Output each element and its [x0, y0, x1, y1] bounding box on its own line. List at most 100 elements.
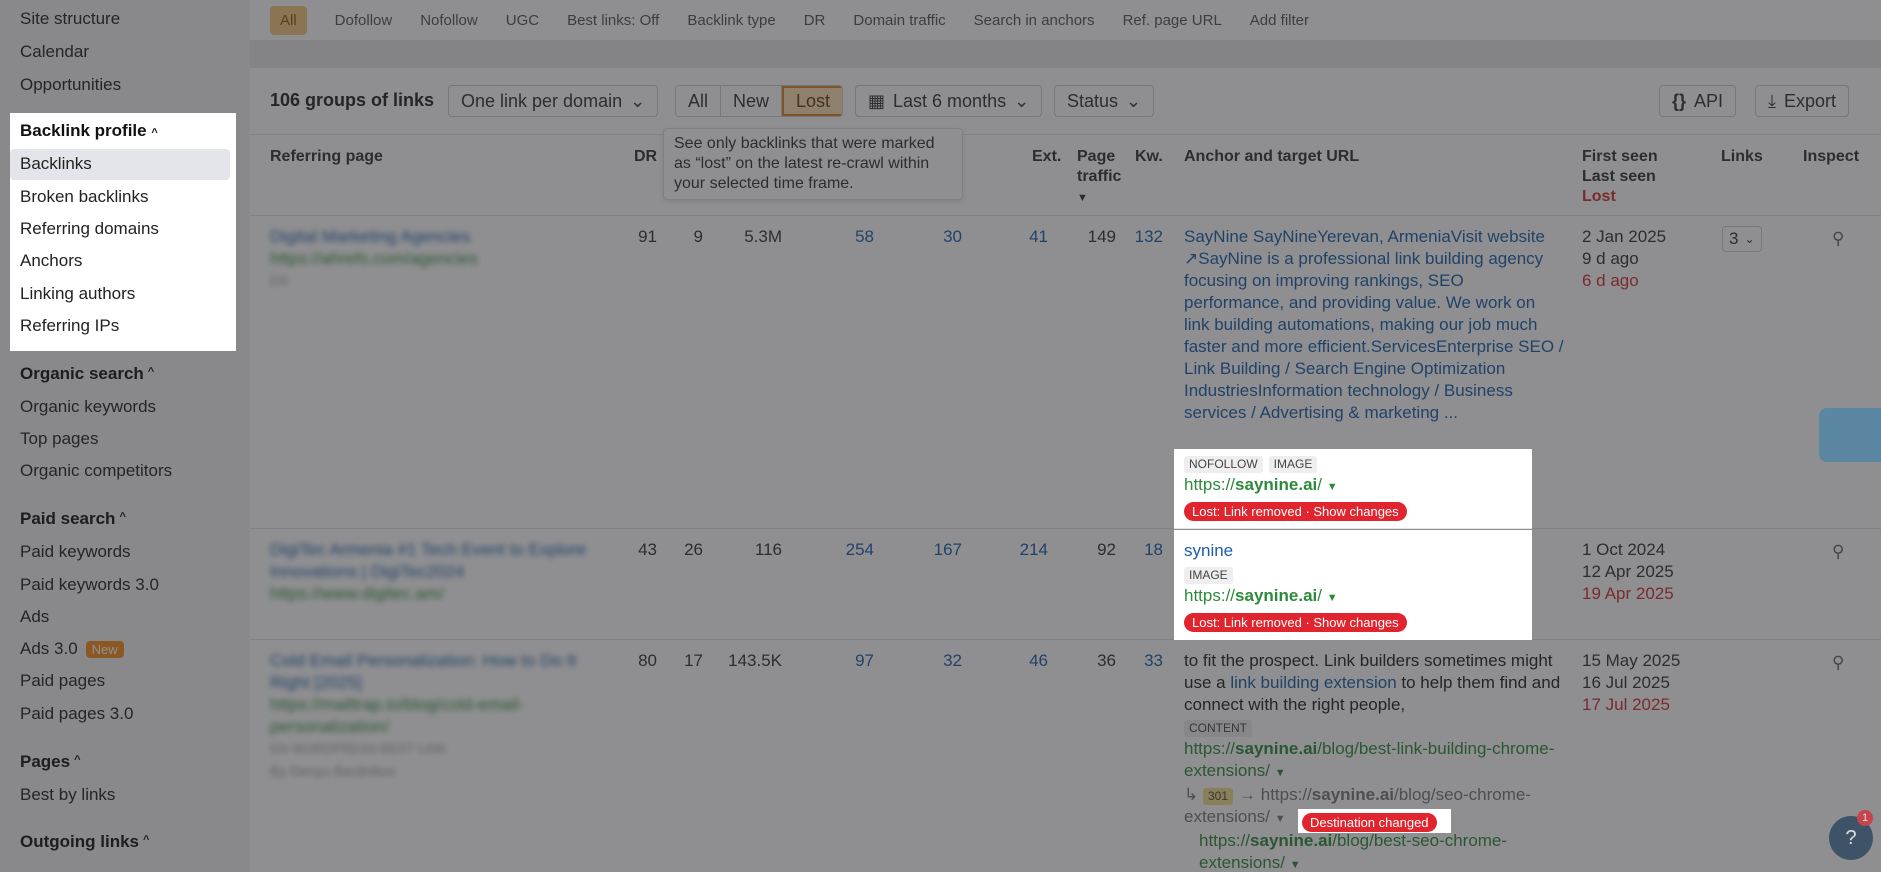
toggle-lost[interactable]: Lost [782, 86, 843, 116]
col4-value[interactable]: 58 [814, 226, 874, 248]
spot-linking-authors[interactable]: Linking authors [20, 284, 135, 304]
anchor-link[interactable]: link building extension [1230, 673, 1396, 692]
sidebar-item-calendar[interactable]: Calendar [20, 42, 89, 62]
filter-ugc[interactable]: UGC [506, 12, 539, 29]
col-anchor[interactable]: Anchor and target URL [1184, 147, 1359, 167]
col4-value[interactable]: 97 [814, 650, 874, 672]
sidebar-item-ads-3[interactable]: Ads 3.0 New [20, 639, 124, 659]
add-filter-button[interactable]: Add filter [1250, 12, 1309, 29]
ext-value[interactable]: 46 [988, 650, 1048, 672]
search-icon[interactable]: ⚲ [1832, 541, 1844, 563]
caret-down-icon: ▼ [1274, 767, 1286, 779]
sidebar-group-outgoing-links[interactable]: Outgoing links ^ [20, 832, 149, 852]
sidebar-item-top-pages[interactable]: Top pages [20, 429, 98, 449]
kw-value[interactable]: 132 [1103, 226, 1163, 248]
final-url[interactable]: https://saynine.ai/blog/best-seo-chrome-… [1184, 830, 1569, 872]
filter-all[interactable]: All [270, 5, 307, 35]
filter-nofollow[interactable]: Nofollow [420, 12, 478, 29]
col-dr[interactable]: DR [634, 147, 657, 167]
sidebar-item-opportunities[interactable]: Opportunities [20, 75, 121, 95]
redirect-arrow-icon: ↳ [1184, 785, 1199, 804]
sidebar-group-pages[interactable]: Pages ^ [20, 752, 81, 772]
links-dropdown[interactable]: 3 ⌄ [1722, 226, 1762, 252]
sidebar-item-paid-keywords[interactable]: Paid keywords [20, 542, 131, 562]
referring-page-url[interactable]: https://mailtrap.io/blog/cold-email-pers… [270, 694, 620, 738]
status-dropdown[interactable]: Status ⌄ [1054, 85, 1155, 117]
toggle-new[interactable]: New [721, 86, 783, 116]
target-url[interactable]: https://saynine.ai/ ▼ [1184, 475, 1338, 495]
help-button[interactable]: ? 1 [1829, 810, 1873, 860]
col4-value[interactable]: 254 [814, 539, 874, 561]
spot-anchors[interactable]: Anchors [20, 251, 82, 271]
sidebar-group-organic-search[interactable]: Organic search ^ [20, 364, 154, 384]
col5-value[interactable]: 30 [902, 226, 962, 248]
col-links[interactable]: Links [1721, 147, 1763, 167]
sidebar-item-paid-keywords-3[interactable]: Paid keywords 3.0 [20, 575, 159, 595]
referring-page-url[interactable]: https://ahrefs.com/agencies [270, 248, 620, 270]
col-page-traffic[interactable]: Page traffic ▼ [1077, 147, 1127, 208]
sidebar-group-paid-search[interactable]: Paid search ^ [20, 509, 126, 529]
toggle-all[interactable]: All [676, 86, 722, 116]
spot-group-title[interactable]: Backlink profile ^ [20, 121, 158, 141]
spot-referring-ips[interactable]: Referring IPs [20, 316, 119, 336]
referring-page-url[interactable]: https://www.digitec.am/ [270, 583, 620, 605]
referring-page-title[interactable]: Cold Email Personalization: How to Do It… [270, 650, 620, 694]
col-first-last-seen[interactable]: First seen Last seen Lost [1582, 147, 1658, 207]
table-row: DigiTec Armenia #1 Tech Event to Explore… [250, 529, 1881, 640]
redirect-code: 301 [1202, 788, 1234, 805]
sidebar-item-organic-keywords[interactable]: Organic keywords [20, 397, 156, 417]
sidebar-item-organic-competitors[interactable]: Organic competitors [20, 461, 172, 481]
lost-status-pill[interactable]: Lost: Link removed · Show changes [1184, 501, 1407, 521]
sidebar-item-paid-pages[interactable]: Paid pages [20, 671, 105, 691]
sidebar-item-site-structure[interactable]: Site structure [20, 9, 120, 29]
new-badge: New [85, 640, 124, 658]
filter-dofollow[interactable]: Dofollow [335, 12, 393, 29]
chat-tab-button[interactable] [1819, 408, 1881, 462]
spot-backlinks[interactable]: Backlinks [20, 154, 92, 174]
link-tags: IMAGE [1184, 564, 1239, 584]
filter-best-links[interactable]: Best links: Off [567, 12, 659, 29]
referring-page-title[interactable]: Digital Marketing Agencies [270, 226, 620, 248]
referring-page-title[interactable]: DigiTec Armenia #1 Tech Event to Explore… [270, 539, 620, 583]
calendar-icon: ▦ [868, 90, 886, 111]
col-referring-page[interactable]: Referring page [270, 147, 383, 167]
sidebar-item-ads[interactable]: Ads [20, 607, 49, 627]
target-url[interactable]: https://saynine.ai/blog/best-link-buildi… [1184, 738, 1569, 784]
anchor-text[interactable]: synine [1184, 540, 1233, 562]
export-button[interactable]: ⤓ Export [1755, 85, 1849, 117]
ext-value[interactable]: 214 [988, 539, 1048, 561]
table-row: Cold Email Personalization: How to Do It… [250, 640, 1881, 872]
lost-status-pill[interactable]: Lost: Link removed · Show changes [1184, 612, 1407, 632]
grouping-dropdown[interactable]: One link per domain ⌄ [448, 85, 659, 117]
search-icon[interactable]: ⚲ [1832, 652, 1844, 674]
table-toolbar: 106 groups of links One link per domain ⌄… [250, 68, 1881, 134]
sidebar-item-best-by-links[interactable]: Best by links [20, 785, 115, 805]
col2-value: 17 [684, 651, 703, 670]
main-content: All Dofollow Nofollow UGC Best links: Of… [250, 0, 1881, 872]
search-anchors-input[interactable]: Search in anchors [974, 12, 1095, 29]
period-dropdown[interactable]: ▦ Last 6 months ⌄ [855, 85, 1043, 117]
col5-value[interactable]: 167 [902, 539, 962, 561]
col-kw[interactable]: Kw. [1135, 147, 1163, 167]
filter-ref-page-url[interactable]: Ref. page URL [1123, 12, 1222, 29]
kw-value[interactable]: 18 [1103, 539, 1163, 561]
filter-backlink-type[interactable]: Backlink type [687, 12, 775, 29]
spot-broken-backlinks[interactable]: Broken backlinks [20, 187, 149, 207]
col5-value[interactable]: 32 [902, 650, 962, 672]
ext-value[interactable]: 41 [988, 226, 1048, 248]
caret-down-icon: ▼ [1326, 592, 1338, 604]
search-icon[interactable]: ⚲ [1832, 228, 1844, 250]
filter-domain-traffic[interactable]: Domain traffic [853, 12, 945, 29]
chevron-up-icon: ^ [119, 511, 126, 523]
anchor-text[interactable]: SayNine SayNineYerevan, ArmeniaVisit web… [1184, 226, 1564, 424]
filter-dr[interactable]: DR [804, 12, 826, 29]
target-url[interactable]: https://saynine.ai/ ▼ [1184, 586, 1338, 606]
col-ext[interactable]: Ext. [1032, 147, 1061, 167]
col-inspect[interactable]: Inspect [1803, 147, 1859, 167]
sidebar-item-paid-pages-3[interactable]: Paid pages 3.0 [20, 704, 133, 724]
api-button[interactable]: {} API [1659, 85, 1737, 117]
spot-referring-domains[interactable]: Referring domains [20, 219, 159, 239]
spotlight-row2-anchor: synine IMAGE https://saynine.ai/ ▼ Lost:… [1174, 530, 1532, 640]
kw-value[interactable]: 33 [1103, 650, 1163, 672]
destination-changed-pill[interactable]: Destination changed [1302, 812, 1437, 832]
